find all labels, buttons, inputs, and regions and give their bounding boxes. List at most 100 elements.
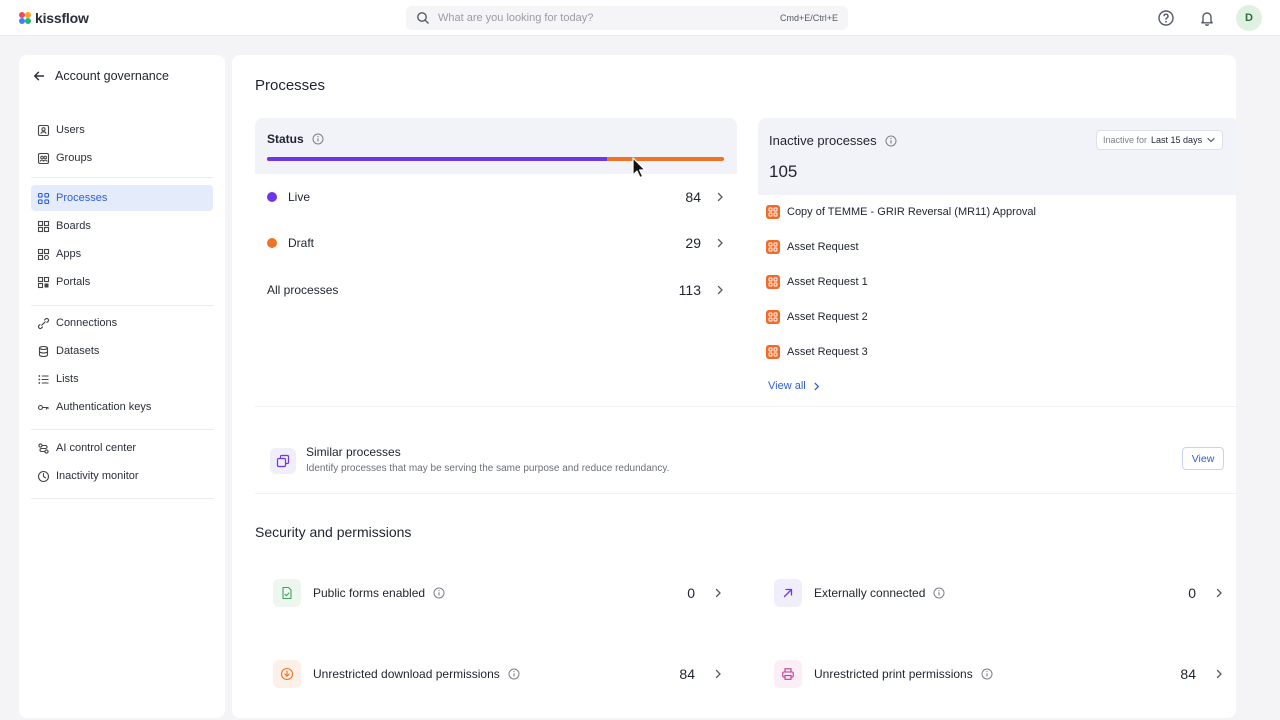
status-header: Status <box>255 118 737 174</box>
process-type-icon <box>766 345 780 359</box>
external-link-icon <box>774 579 802 607</box>
chevron-right-icon[interactable] <box>715 192 725 202</box>
kissflow-logo-icon <box>19 12 31 24</box>
inactive-period-dropdown[interactable]: Inactive for Last 15 days <box>1096 130 1224 150</box>
inactive-process-item[interactable]: Asset Request 1 <box>766 273 868 291</box>
sidebar: Account governance Users Groups Processe… <box>19 55 225 718</box>
inactive-header: Inactive processes 105 Inactive for Last… <box>758 118 1239 195</box>
sidebar-divider <box>31 429 213 430</box>
info-icon[interactable] <box>508 668 520 680</box>
similar-processes-description: Identify processes that may be serving t… <box>306 463 670 474</box>
view-all-link[interactable]: View all <box>768 380 821 392</box>
main-panel: Processes Status Live 84 Draft 29 All pr… <box>232 55 1239 718</box>
draft-status-dot <box>267 238 277 248</box>
inactive-process-item[interactable]: Copy of TEMME - GRIR Reversal (MR11) App… <box>766 203 1036 221</box>
sidebar-divider <box>31 177 213 178</box>
sidebar-title: Account governance <box>55 69 169 83</box>
search-shortcut: Cmd+E/Ctrl+E <box>779 13 838 23</box>
permission-row-unrestricted-print[interactable]: Unrestricted print permissions 84 <box>774 658 1224 690</box>
status-row-all-processes[interactable]: All processes 113 <box>267 278 725 302</box>
mouse-cursor-icon <box>632 157 646 179</box>
section-divider <box>255 493 1237 494</box>
chevron-right-icon[interactable] <box>713 588 723 598</box>
view-similar-button[interactable]: View <box>1182 447 1224 470</box>
section-divider <box>255 406 1237 407</box>
similar-processes-section: Similar processes Identify processes tha… <box>270 443 1224 481</box>
permission-row-externally-connected[interactable]: Externally connected 0 <box>774 577 1224 609</box>
inactive-process-item[interactable]: Asset Request 2 <box>766 308 868 326</box>
portal-icon <box>37 276 50 288</box>
sidebar-item-processes[interactable]: Processes <box>31 185 213 211</box>
chevron-right-icon[interactable] <box>713 669 723 679</box>
status-card: Status Live 84 Draft 29 All processes 11… <box>255 118 737 405</box>
info-icon[interactable] <box>885 135 897 147</box>
board-icon <box>37 220 50 232</box>
dataset-icon <box>38 345 49 357</box>
app-name: kissflow <box>35 10 89 26</box>
search-input[interactable] <box>438 12 780 24</box>
status-progress-bar <box>267 157 724 161</box>
permission-row-public-forms[interactable]: Public forms enabled 0 <box>273 577 723 609</box>
info-icon[interactable] <box>433 587 445 599</box>
inactive-title: Inactive processes <box>769 133 897 148</box>
page-title: Processes <box>255 77 326 94</box>
download-icon <box>273 660 301 688</box>
bell-icon[interactable] <box>1198 9 1216 27</box>
security-section-title: Security and permissions <box>255 524 412 540</box>
sidebar-item-ai-control-center[interactable]: AI control center <box>31 435 213 461</box>
chevron-right-icon[interactable] <box>715 285 725 295</box>
chevron-down-icon <box>1207 137 1215 143</box>
process-icon <box>37 192 50 204</box>
similar-processes-title: Similar processes <box>306 445 401 459</box>
arrow-left-icon[interactable] <box>33 70 45 82</box>
key-icon <box>37 404 49 410</box>
sidebar-item-lists[interactable]: Lists <box>31 366 213 392</box>
user-avatar[interactable]: D <box>1236 5 1262 31</box>
sidebar-item-inactivity-monitor[interactable]: Inactivity monitor <box>31 463 213 489</box>
sidebar-divider <box>31 305 213 306</box>
sidebar-item-connections[interactable]: Connections <box>31 310 213 336</box>
process-type-icon <box>766 275 780 289</box>
kissflow-logo[interactable]: kissflow <box>18 10 89 26</box>
process-type-icon <box>766 240 780 254</box>
connection-icon <box>37 317 50 329</box>
process-type-icon <box>766 310 780 324</box>
info-icon[interactable] <box>933 587 945 599</box>
sidebar-item-portals[interactable]: Portals <box>31 269 213 295</box>
status-title: Status <box>267 132 324 146</box>
live-status-dot <box>267 192 277 202</box>
chevron-right-icon[interactable] <box>715 238 725 248</box>
sidebar-item-users[interactable]: Users <box>31 117 213 143</box>
sidebar-item-authentication-keys[interactable]: Authentication keys <box>31 394 213 420</box>
back-nav[interactable]: Account governance <box>33 69 169 83</box>
info-icon[interactable] <box>981 668 993 680</box>
inactive-processes-card: Inactive processes 105 Inactive for Last… <box>758 118 1239 405</box>
sidebar-item-datasets[interactable]: Datasets <box>31 338 213 364</box>
search-icon <box>417 12 429 24</box>
group-icon <box>37 152 50 164</box>
sidebar-item-boards[interactable]: Boards <box>31 213 213 239</box>
sidebar-item-groups[interactable]: Groups <box>31 145 213 171</box>
inactive-process-item[interactable]: Asset Request <box>766 238 859 256</box>
sidebar-divider <box>31 498 213 499</box>
inactive-process-item[interactable]: Asset Request 3 <box>766 343 868 361</box>
inactive-count: 105 <box>769 162 798 181</box>
help-icon[interactable] <box>1157 9 1175 27</box>
status-row-live[interactable]: Live 84 <box>267 185 725 209</box>
permission-row-unrestricted-download[interactable]: Unrestricted download permissions 84 <box>273 658 723 690</box>
user-card-icon <box>37 124 50 136</box>
top-bar: kissflow Cmd+E/Ctrl+E D <box>0 0 1280 36</box>
status-progress-live-segment <box>267 157 607 161</box>
ai-icon <box>38 442 49 454</box>
status-row-draft[interactable]: Draft 29 <box>267 231 725 255</box>
search-bar[interactable]: Cmd+E/Ctrl+E <box>406 6 848 30</box>
duplicate-icon <box>270 448 296 474</box>
print-icon <box>774 660 802 688</box>
clock-icon <box>37 470 50 482</box>
sidebar-item-apps[interactable]: Apps <box>31 241 213 267</box>
chevron-right-icon <box>814 382 819 390</box>
info-icon[interactable] <box>312 133 324 145</box>
chevron-right-icon[interactable] <box>1214 588 1224 598</box>
list-icon <box>38 374 49 384</box>
chevron-right-icon[interactable] <box>1214 669 1224 679</box>
